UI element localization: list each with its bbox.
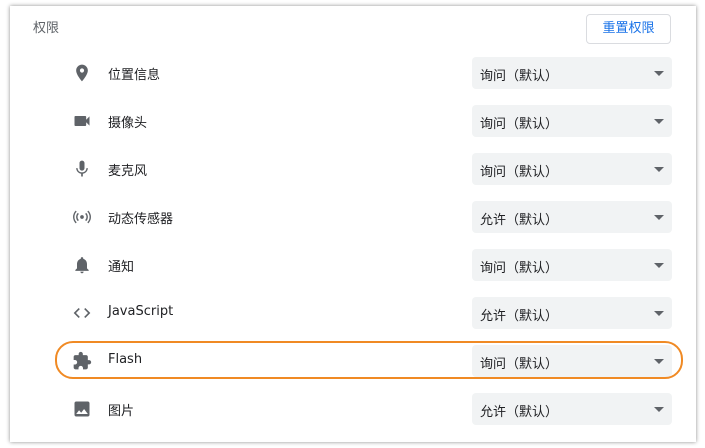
permission-label: JavaScript bbox=[108, 304, 174, 319]
select-value: 询问（默认） bbox=[480, 69, 559, 84]
permission-select-javascript[interactable]: 允许（默认） bbox=[472, 297, 672, 329]
permission-select-microphone[interactable]: 询问（默认） bbox=[472, 153, 672, 185]
code-icon bbox=[72, 303, 92, 323]
dropdown-arrow-icon bbox=[654, 215, 664, 220]
select-value: 允许（默认） bbox=[480, 405, 559, 420]
permission-select-motion-sensors[interactable]: 允许（默认） bbox=[472, 201, 672, 233]
section-title: 权限 bbox=[33, 21, 60, 36]
select-value: 询问（默认） bbox=[480, 261, 559, 276]
permission-label: 麦克风 bbox=[108, 164, 148, 179]
permission-label: 通知 bbox=[108, 260, 135, 275]
select-value: 允许（默认） bbox=[480, 309, 559, 324]
flash-highlight-outline bbox=[55, 341, 683, 379]
permission-select-camera[interactable]: 询问（默认） bbox=[472, 105, 672, 137]
reset-permissions-button[interactable]: 重置权限 bbox=[586, 14, 671, 44]
permission-row-microphone: 麦克风 询问（默认） bbox=[0, 152, 705, 186]
bell-icon bbox=[72, 255, 92, 275]
permission-row-notifications: 通知 询问（默认） bbox=[0, 248, 705, 282]
image-icon bbox=[72, 399, 92, 419]
select-value: 允许（默认） bbox=[480, 213, 559, 228]
select-value: 询问（默认） bbox=[480, 117, 559, 132]
dropdown-arrow-icon bbox=[654, 263, 664, 268]
dropdown-arrow-icon bbox=[654, 311, 664, 316]
permission-label: 摄像头 bbox=[108, 116, 148, 131]
permission-row-location: 位置信息 询问（默认） bbox=[0, 56, 705, 90]
dropdown-arrow-icon bbox=[654, 167, 664, 172]
permission-row-images: 图片 允许（默认） bbox=[0, 392, 705, 426]
dropdown-arrow-icon bbox=[654, 71, 664, 76]
location-pin-icon bbox=[72, 63, 92, 83]
motion-sensor-icon bbox=[72, 207, 92, 227]
permission-label: 图片 bbox=[108, 404, 135, 419]
permission-select-notifications[interactable]: 询问（默认） bbox=[472, 249, 672, 281]
dropdown-arrow-icon bbox=[654, 407, 664, 412]
permission-label: 动态传感器 bbox=[108, 212, 174, 227]
select-value: 询问（默认） bbox=[480, 165, 559, 180]
microphone-icon bbox=[72, 159, 92, 179]
camera-icon bbox=[72, 111, 92, 131]
permission-select-images[interactable]: 允许（默认） bbox=[472, 393, 672, 425]
dropdown-arrow-icon bbox=[654, 119, 664, 124]
permission-label: 位置信息 bbox=[108, 68, 161, 83]
permission-select-location[interactable]: 询问（默认） bbox=[472, 57, 672, 89]
permission-row-motion-sensors: 动态传感器 允许（默认） bbox=[0, 200, 705, 234]
permission-row-javascript: JavaScript 允许（默认） bbox=[0, 296, 705, 330]
permission-row-camera: 摄像头 询问（默认） bbox=[0, 104, 705, 138]
